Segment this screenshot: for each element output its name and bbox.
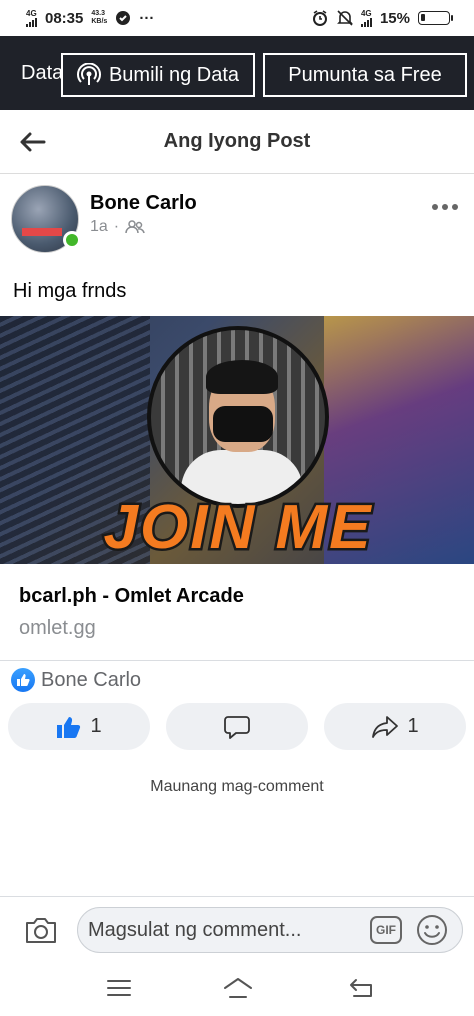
first-comment-prompt: Maunang mag-comment [150, 778, 324, 795]
buy-data-button[interactable]: Bumili ng Data [61, 53, 255, 97]
data-banner: Data Bumili ng Data Pumunta sa Free [0, 36, 474, 110]
join-me-graphic: JOIN ME [101, 492, 373, 560]
comment-composer: Magsulat ng comment... GIF [0, 896, 474, 962]
page-header: Ang Iyong Post [0, 110, 474, 174]
link-preview-image[interactable]: JOIN ME [0, 316, 474, 564]
divider [0, 660, 474, 661]
speed-unit: KB/s [91, 18, 108, 25]
share-button[interactable]: 1 [324, 703, 466, 750]
mute-bell-icon [337, 10, 353, 26]
meta-separator: · [113, 218, 120, 235]
go-free-label: Pumunta sa Free [288, 63, 442, 86]
network-type: 4G [26, 8, 37, 18]
share-count: 1 [407, 715, 419, 737]
gif-button[interactable]: GIF [370, 916, 402, 944]
vpn-shield-icon [116, 11, 131, 25]
menu-icon[interactable] [106, 976, 132, 1000]
more-options-icon[interactable] [432, 204, 458, 210]
emoji-icon[interactable] [416, 914, 448, 946]
broadcast-icon [76, 63, 101, 85]
post-author[interactable]: Bone Carlo [90, 192, 197, 215]
cell-signal-icon-2: 4G [360, 8, 372, 27]
like-count: 1 [90, 715, 102, 737]
post-time[interactable]: 1a [90, 218, 108, 236]
back-nav-icon[interactable] [348, 976, 376, 1000]
network-speed: 43.3 KB/s [91, 10, 107, 26]
share-arrow-icon [372, 715, 399, 738]
battery-icon [418, 11, 453, 25]
post-header: Bone Carlo 1a · [0, 176, 474, 256]
home-icon[interactable] [222, 976, 254, 1002]
link-domain: omlet.gg [19, 617, 96, 639]
like-reaction-icon [11, 668, 35, 692]
online-status-dot [63, 231, 81, 249]
status-left: 4G 08:35 43.3 KB/s ··· [26, 8, 155, 27]
join-me-text: JOIN ME [104, 493, 373, 560]
thumbs-up-icon [57, 716, 81, 738]
cell-signal-icon: 4G [26, 8, 37, 27]
post-actions: 1 1 [0, 703, 474, 751]
more-notifications: ··· [139, 9, 155, 27]
alarm-icon [312, 10, 327, 26]
battery-percent: 15% [379, 9, 410, 27]
comment-input[interactable]: Magsulat ng comment... GIF [77, 907, 463, 953]
data-banner-partial-label: Data [21, 62, 64, 84]
speed-value: 43.3 [91, 10, 105, 17]
buy-data-label: Bumili ng Data [108, 63, 240, 86]
system-nav-bar [0, 962, 474, 1016]
page-title: Ang Iyong Post [163, 130, 311, 152]
post-meta: 1a · [90, 218, 145, 236]
friends-privacy-icon [125, 220, 145, 234]
comment-placeholder: Magsulat ng comment... [88, 918, 302, 941]
link-title[interactable]: bcarl.ph - Omlet Arcade [19, 585, 244, 608]
post-text: Hi mga frnds [13, 280, 127, 302]
comment-bubble-icon [224, 715, 250, 739]
back-arrow-icon[interactable] [18, 130, 46, 154]
reaction-names: Bone Carlo [41, 668, 142, 691]
network-type-right: 4G [360, 8, 372, 18]
comment-button[interactable] [166, 703, 308, 750]
streamer-portrait [147, 326, 329, 508]
camera-icon[interactable] [24, 915, 58, 945]
like-button[interactable]: 1 [8, 703, 150, 750]
status-right: 4G 15% [311, 8, 453, 27]
reactions-summary[interactable]: Bone Carlo [11, 668, 141, 692]
clock: 08:35 [45, 9, 84, 27]
status-bar: 4G 08:35 43.3 KB/s ··· 4G 15% [0, 0, 474, 36]
go-free-button[interactable]: Pumunta sa Free [263, 53, 467, 97]
